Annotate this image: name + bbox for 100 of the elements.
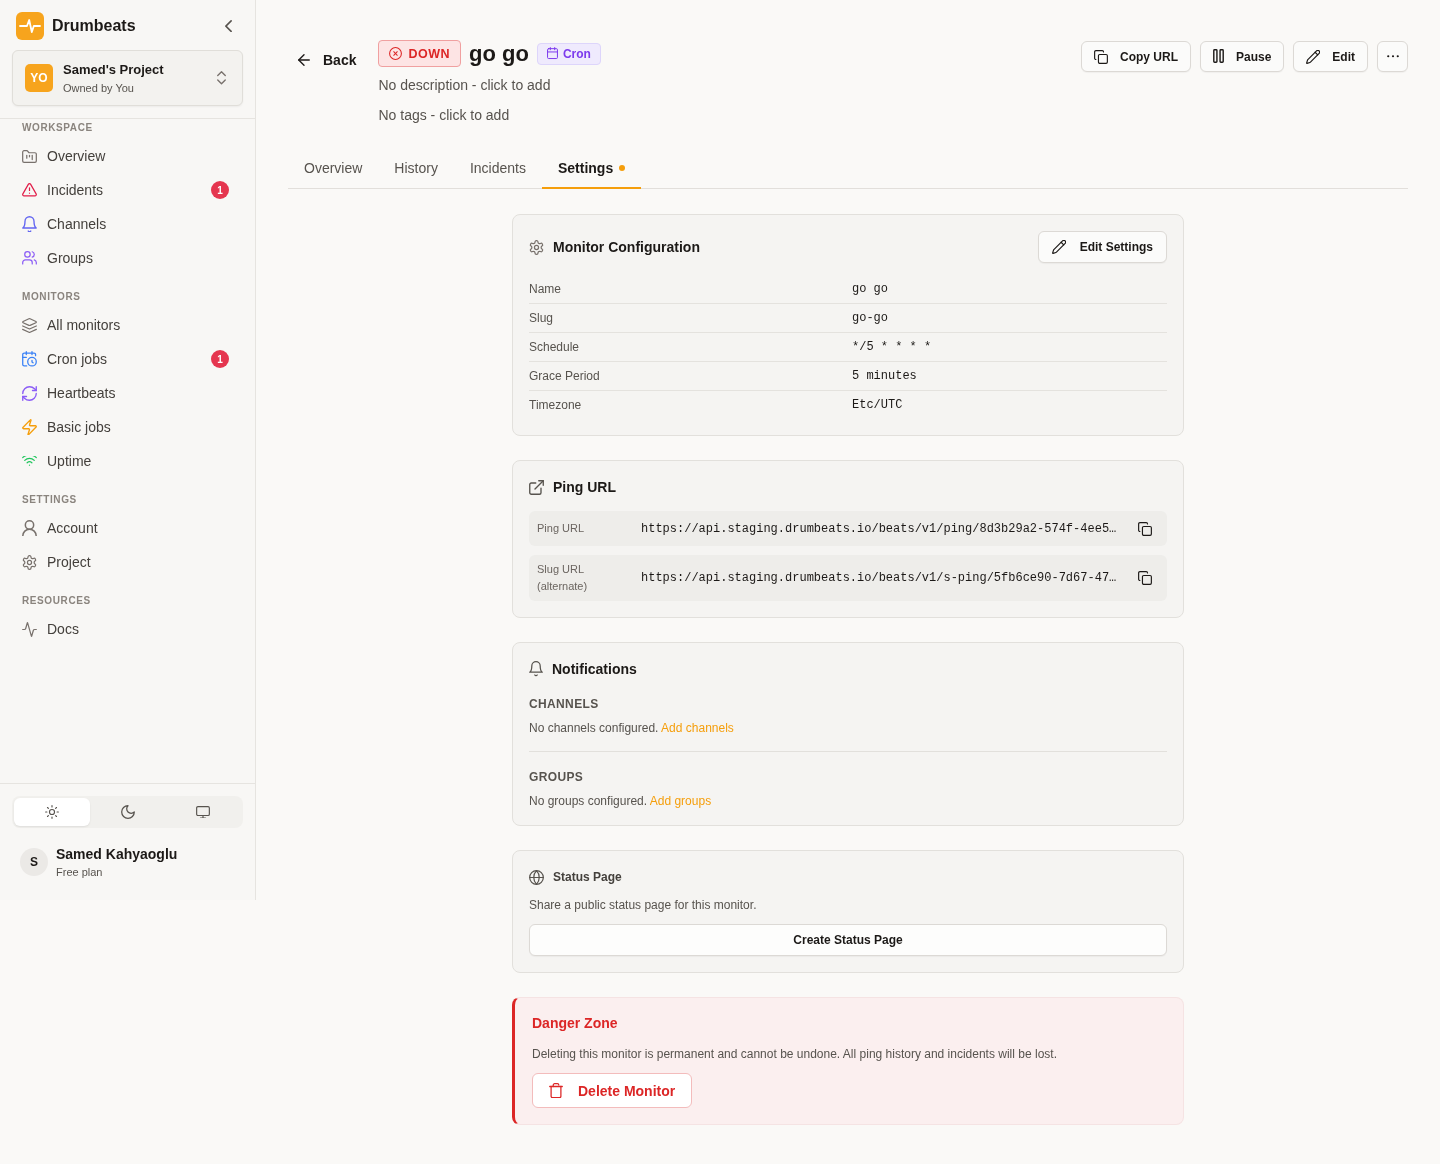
logo-icon	[16, 12, 44, 40]
tab[interactable]: Overview	[288, 149, 379, 189]
field-value: */5 * * * *	[852, 340, 933, 354]
user-plan: Free plan	[56, 865, 104, 879]
status-text: DOWN	[408, 46, 451, 61]
nav-item[interactable]: Docs	[12, 612, 243, 646]
nav-item[interactable]: Uptime	[12, 444, 243, 478]
user-avatar: S	[20, 848, 48, 876]
tab[interactable]: Incidents	[453, 149, 542, 189]
field-value: go go	[852, 282, 889, 296]
monitor-icon	[196, 805, 211, 819]
nav-item[interactable]: Groups	[12, 241, 243, 275]
nav-item[interactable]: Channels	[12, 207, 243, 241]
wifi-icon	[22, 456, 37, 466]
section-heading: SETTINGS	[21, 494, 78, 506]
tab[interactable]: Settings	[541, 149, 642, 189]
nav-item[interactable]: Heartbeats	[12, 376, 243, 410]
trash-icon	[549, 1082, 563, 1099]
create-status-page-button[interactable]: Create Status Page	[529, 924, 1167, 956]
project-name: Samed's Project	[63, 61, 165, 78]
card-title: Ping URL	[553, 479, 616, 495]
warning-text: Deleting this monitor is permanent and cannot be undone. All ping history and incidents will be lost.	[532, 1046, 1058, 1062]
brand-name: Drumbeats	[52, 17, 137, 35]
lightning-icon	[22, 418, 37, 436]
field-label: Timezone	[529, 398, 583, 412]
card-title: Monitor Configuration	[553, 239, 700, 255]
tags-text[interactable]: No tags - click to add	[378, 106, 601, 124]
count-badge: 1	[211, 181, 229, 199]
section-heading: MONITORS	[21, 291, 82, 303]
bell-icon	[22, 215, 37, 233]
refresh-icon	[22, 385, 37, 401]
empty-state-text: No groups configured. Add groups	[529, 793, 713, 809]
pause-button[interactable]: Pause	[1199, 41, 1285, 72]
more-icon	[1386, 55, 1399, 58]
empty-state-text: No channels configured. Add channels	[529, 720, 735, 736]
url-value: https://api.staging.drumbeats.io/beats/v1/ping/8d3b29a2-574f-4ee5…	[641, 521, 1118, 536]
nav-item[interactable]: Basic jobs	[12, 410, 243, 444]
copy-icon[interactable]	[1138, 521, 1152, 536]
card-title: Notifications	[552, 661, 637, 677]
error-icon	[389, 47, 403, 60]
settings-icon	[529, 239, 544, 255]
nav-item[interactable]: Cron jobs 1	[12, 342, 243, 376]
copy-url-button[interactable]: Copy URL	[1080, 41, 1191, 72]
field-label: Name	[529, 282, 562, 296]
user-name: Samed Kahyaoglu	[56, 845, 178, 863]
settings-icon	[22, 554, 37, 570]
section-heading: CHANNELS	[529, 696, 600, 712]
tab[interactable]: History	[378, 149, 454, 189]
description-text[interactable]: No description - click to add	[378, 76, 601, 94]
danger-zone-title: Danger Zone	[532, 1014, 619, 1032]
delete-monitor-button[interactable]: Delete Monitor	[532, 1073, 693, 1108]
warning-icon	[22, 183, 37, 197]
back-button[interactable]: Back	[296, 46, 359, 74]
nav-item[interactable]: Account	[12, 511, 243, 545]
field-value: Etc/UTC	[852, 398, 904, 412]
pencil-icon	[1051, 240, 1066, 254]
external-link-icon	[529, 479, 544, 495]
url-value: https://api.staging.drumbeats.io/beats/v1/s-ping/5fb6ce90-7d67-47…	[641, 571, 1118, 585]
nav-item[interactable]: Project	[12, 545, 243, 579]
field-value: go-go	[852, 311, 889, 325]
folder-icon	[22, 149, 37, 163]
nav-item[interactable]: All monitors	[12, 308, 243, 342]
field-label: Grace Period	[529, 369, 601, 383]
type-text: Cron	[562, 46, 591, 61]
field-value: 5 minutes	[852, 369, 918, 383]
edit-button[interactable]: Edit	[1293, 41, 1368, 72]
section-heading: RESOURCES	[21, 595, 92, 607]
project-avatar: YO	[25, 64, 53, 92]
user-icon	[22, 519, 37, 537]
section-heading: WORKSPACE	[21, 122, 94, 134]
users-icon	[22, 251, 37, 265]
nav-item[interactable]: Overview	[12, 139, 243, 173]
calendar-clock-icon	[22, 351, 37, 367]
copy-icon	[1093, 49, 1108, 64]
globe-icon	[529, 869, 544, 885]
moon-icon	[120, 805, 135, 819]
pencil-icon	[1306, 49, 1321, 64]
card-title: Status Page	[553, 870, 622, 884]
chevron-left-icon[interactable]	[225, 19, 232, 33]
pause-icon	[1212, 49, 1224, 64]
project-owner: Owned by You	[63, 80, 135, 95]
bell-icon	[529, 661, 543, 677]
calendar-icon	[546, 47, 558, 60]
project-switcher[interactable]: YO Samed's Project Owned by You	[12, 50, 243, 106]
sun-icon	[44, 805, 59, 819]
description-text: Share a public status page for this monitor.	[529, 897, 758, 913]
chevron-up-down-icon	[217, 71, 226, 85]
field-label: Slug	[529, 311, 555, 325]
field-label: Schedule	[529, 340, 581, 354]
url-label: Slug URL (alternate)	[537, 562, 589, 594]
nav-item[interactable]: Incidents 1	[12, 173, 243, 207]
url-label: Ping URL	[537, 521, 586, 536]
copy-icon[interactable]	[1138, 571, 1152, 585]
pulse-icon	[22, 621, 37, 637]
theme-button[interactable]	[14, 798, 90, 826]
count-badge: 1	[211, 350, 229, 368]
layers-icon	[22, 317, 37, 333]
section-heading: GROUPS	[529, 769, 585, 785]
monitor-title: go go	[469, 40, 529, 67]
edit-settings-button[interactable]: Edit Settings	[1037, 231, 1167, 263]
